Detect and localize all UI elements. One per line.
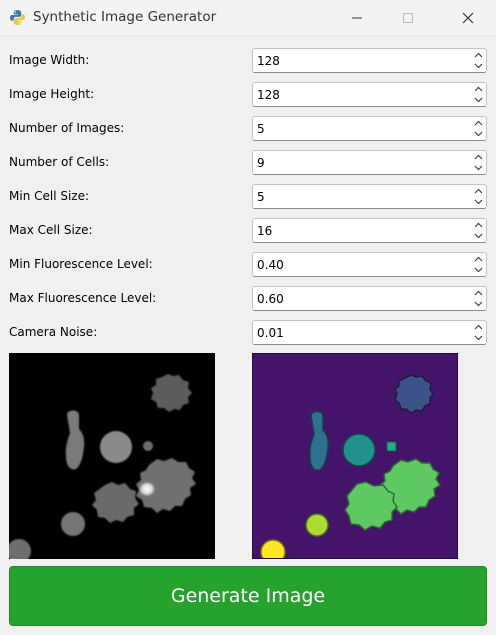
mask-cell	[342, 433, 376, 467]
chevron-down-icon	[474, 63, 482, 69]
number-of-images-spinbox[interactable]: 5	[252, 116, 487, 141]
number-of-cells-value[interactable]: 9	[257, 156, 265, 170]
min-cell-size-value[interactable]: 5	[257, 190, 265, 204]
min-cell-size-spinbox[interactable]: 5	[252, 184, 487, 209]
max-fluorescence-spinbox[interactable]: 0.60	[252, 286, 487, 311]
chevron-down-icon	[474, 165, 482, 171]
cell	[151, 374, 192, 412]
max-fluorescence-label: Max Fluorescence Level:	[9, 291, 157, 305]
chevron-up-icon	[474, 52, 482, 58]
segmentation-mask-image	[252, 353, 458, 559]
generate-image-button[interactable]: Generate Image	[9, 566, 487, 626]
generate-image-label: Generate Image	[170, 585, 326, 607]
close-button[interactable]	[445, 0, 491, 36]
image-width-label: Image Width:	[9, 53, 90, 67]
chevron-down-icon	[474, 301, 482, 307]
image-width-up-button[interactable]	[471, 50, 485, 60]
image-width-spinbox[interactable]: 128	[252, 48, 487, 73]
chevron-up-icon	[474, 188, 482, 194]
camera-noise-label: Camera Noise:	[9, 325, 98, 339]
minimize-button[interactable]	[334, 0, 380, 36]
row-camera-noise: Camera Noise: 0.01	[0, 320, 496, 346]
maximize-button[interactable]	[385, 0, 431, 36]
image-height-spinbox[interactable]: 128	[252, 82, 487, 107]
number-of-images-down-button[interactable]	[471, 129, 485, 139]
cell	[100, 431, 132, 463]
max-cell-size-spinbox[interactable]: 16	[252, 218, 487, 243]
title-bar: Synthetic Image Generator	[0, 0, 496, 36]
row-min-fluorescence: Min Fluorescence Level: 0.40	[0, 252, 496, 278]
max-cell-size-label: Max Cell Size:	[9, 223, 93, 237]
mask-cell	[386, 441, 397, 452]
chevron-up-icon	[474, 86, 482, 92]
max-cell-size-up-button[interactable]	[471, 220, 485, 230]
min-fluorescence-up-button[interactable]	[471, 254, 485, 264]
row-max-cell-size: Max Cell Size: 16	[0, 218, 496, 244]
chevron-up-icon	[474, 324, 482, 330]
min-cell-size-up-button[interactable]	[471, 186, 485, 196]
maximize-icon	[403, 13, 413, 23]
chevron-down-icon	[474, 335, 482, 341]
row-image-width: Image Width: 128	[0, 48, 496, 74]
mask-cell	[305, 513, 329, 537]
image-height-value[interactable]: 128	[257, 88, 280, 102]
image-height-label: Image Height:	[9, 87, 95, 101]
camera-noise-up-button[interactable]	[471, 322, 485, 332]
max-cell-size-value[interactable]: 16	[257, 224, 272, 238]
max-fluorescence-up-button[interactable]	[471, 288, 485, 298]
min-fluorescence-spinbox[interactable]: 0.40	[252, 252, 487, 277]
chevron-up-icon	[474, 222, 482, 228]
number-of-cells-up-button[interactable]	[471, 152, 485, 162]
chevron-down-icon	[474, 233, 482, 239]
chevron-up-icon	[474, 120, 482, 126]
python-icon	[10, 10, 25, 25]
max-cell-size-down-button[interactable]	[471, 231, 485, 241]
camera-noise-value[interactable]: 0.01	[257, 326, 284, 340]
camera-noise-spinbox[interactable]: 0.01	[252, 320, 487, 345]
min-fluorescence-down-button[interactable]	[471, 265, 485, 275]
cell	[65, 410, 85, 470]
min-fluorescence-value[interactable]: 0.40	[257, 258, 284, 272]
image-width-down-button[interactable]	[471, 61, 485, 71]
synthetic-image	[9, 353, 215, 559]
max-fluorescence-value[interactable]: 0.60	[257, 292, 284, 306]
minimize-icon	[352, 17, 362, 19]
number-of-images-up-button[interactable]	[471, 118, 485, 128]
number-of-cells-spinbox[interactable]: 9	[252, 150, 487, 175]
max-fluorescence-down-button[interactable]	[471, 299, 485, 309]
cell	[61, 512, 85, 536]
row-image-height: Image Height: 128	[0, 82, 496, 108]
mask-cell	[309, 410, 329, 472]
number-of-images-label: Number of Images:	[9, 121, 125, 135]
mask-cell	[394, 374, 434, 414]
cell	[9, 539, 31, 559]
min-cell-size-down-button[interactable]	[471, 197, 485, 207]
chevron-down-icon	[474, 97, 482, 103]
number-of-cells-down-button[interactable]	[471, 163, 485, 173]
row-max-fluorescence: Max Fluorescence Level: 0.60	[0, 286, 496, 312]
number-of-cells-label: Number of Cells:	[9, 155, 110, 169]
image-height-down-button[interactable]	[471, 95, 485, 105]
chevron-down-icon	[474, 131, 482, 137]
window-title: Synthetic Image Generator	[33, 9, 217, 25]
row-number-of-cells: Number of Cells: 9	[0, 150, 496, 176]
min-fluorescence-label: Min Fluorescence Level:	[9, 257, 153, 271]
chevron-up-icon	[474, 290, 482, 296]
image-width-value[interactable]: 128	[257, 54, 280, 68]
chevron-down-icon	[474, 199, 482, 205]
chevron-down-icon	[474, 267, 482, 273]
row-number-of-images: Number of Images: 5	[0, 116, 496, 142]
close-icon	[462, 12, 474, 24]
number-of-images-value[interactable]: 5	[257, 122, 265, 136]
image-height-up-button[interactable]	[471, 84, 485, 94]
chevron-up-icon	[474, 256, 482, 262]
camera-noise-down-button[interactable]	[471, 333, 485, 343]
cell	[138, 481, 156, 497]
row-min-cell-size: Min Cell Size: 5	[0, 184, 496, 210]
mask-cell	[260, 539, 286, 558]
cell	[143, 441, 153, 451]
chevron-up-icon	[474, 154, 482, 160]
min-cell-size-label: Min Cell Size:	[9, 189, 90, 203]
cell	[92, 482, 139, 523]
